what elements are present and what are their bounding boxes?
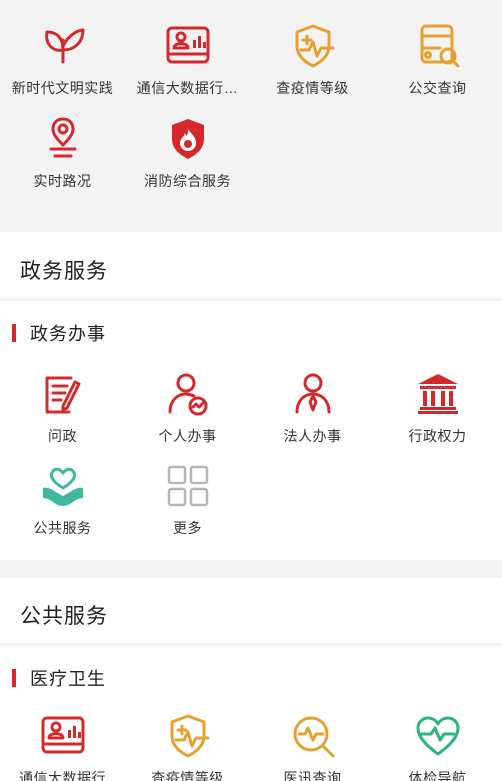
grid-item-label: 问政 (48, 428, 77, 444)
section-separator (0, 560, 502, 578)
grid-item-label: 体检导航 (408, 770, 467, 781)
gov-sub-title-label: 政务办事 (30, 324, 106, 344)
grid-item-corporate-affairs[interactable]: 法人办事 (250, 370, 375, 446)
grid-item-label: 行政权力 (408, 428, 467, 444)
grid-item-label: 个人办事 (158, 428, 217, 444)
top-service-panel: 新时代文明实践 通信大数据行… 查疫情等级 公交查询 实时路况 消防综合服务 (0, 0, 502, 232)
location-pin-icon (49, 117, 76, 158)
grid-item-medical-query[interactable]: 医讯查询 (250, 712, 375, 781)
grid-item-label: 通信大数据行… (136, 80, 239, 96)
government-building-icon (417, 374, 458, 414)
grid-item-label: 更多 (173, 520, 202, 536)
grid-item-checkup-navigation[interactable]: 体检导航 (375, 712, 500, 781)
grid-item-label: 法人办事 (283, 428, 342, 444)
public-sub-title-label: 医疗卫生 (30, 669, 106, 689)
fire-shield-icon (171, 119, 204, 159)
gov-section-divider (0, 298, 502, 301)
gov-sub-title: 政务办事 (12, 320, 106, 346)
grid-item-label: 通信大数据行 (19, 770, 106, 781)
grid-item-bus-query[interactable]: 公交查询 (375, 22, 500, 98)
person-chart-icon (168, 373, 207, 416)
grid-item-label: 新时代文明实践 (11, 80, 114, 96)
grid-item-epidemic-level-2[interactable]: 查疫情等级 (125, 712, 250, 781)
grid-item-label: 消防综合服务 (144, 173, 231, 189)
grid-item-realtime-traffic[interactable]: 实时路况 (0, 115, 125, 191)
grid-more-icon (167, 465, 208, 507)
grid-item-telecom-bigdata-2[interactable]: 通信大数据行 (0, 712, 125, 781)
grid-item-label: 实时路况 (33, 173, 92, 189)
bus-search-icon (420, 24, 459, 68)
grid-item-admin-power[interactable]: 行政权力 (375, 370, 500, 446)
grid-item-label: 公共服务 (33, 520, 92, 536)
grid-item-inquiry[interactable]: 问政 (0, 370, 125, 446)
document-edit-icon (45, 376, 80, 414)
grid-item-more[interactable]: 更多 (125, 462, 250, 538)
gov-section-title: 政务服务 (20, 260, 108, 283)
legal-person-icon (295, 373, 330, 414)
id-card-icon (166, 26, 209, 64)
heart-hands-icon (42, 467, 83, 506)
grid-item-personal-affairs[interactable]: 个人办事 (125, 370, 250, 446)
grid-item-telecom-bigdata[interactable]: 通信大数据行… (125, 22, 250, 98)
accent-bar (12, 669, 16, 687)
leaf-icon (44, 28, 84, 64)
grid-item-label: 医讯查询 (283, 770, 342, 781)
public-section-divider (0, 643, 502, 646)
grid-item-epidemic-level[interactable]: 查疫情等级 (250, 22, 375, 98)
public-sub-title: 医疗卫生 (12, 665, 106, 691)
shield-pulse-icon (170, 714, 209, 758)
id-card-icon (41, 716, 84, 754)
grid-item-fire-service[interactable]: 消防综合服务 (125, 115, 250, 191)
grid-item-public-service[interactable]: 公共服务 (0, 462, 125, 538)
grid-item-label: 查疫情等级 (151, 770, 224, 781)
shield-pulse-icon (295, 24, 334, 68)
grid-item-civilization-practice[interactable]: 新时代文明实践 (0, 22, 125, 98)
heart-pulse-icon (416, 716, 459, 756)
public-section-title: 公共服务 (20, 605, 108, 628)
grid-item-label: 查疫情等级 (276, 80, 349, 96)
magnifier-pulse-icon (293, 716, 334, 758)
grid-item-label: 公交查询 (408, 80, 467, 96)
accent-bar (12, 324, 16, 342)
